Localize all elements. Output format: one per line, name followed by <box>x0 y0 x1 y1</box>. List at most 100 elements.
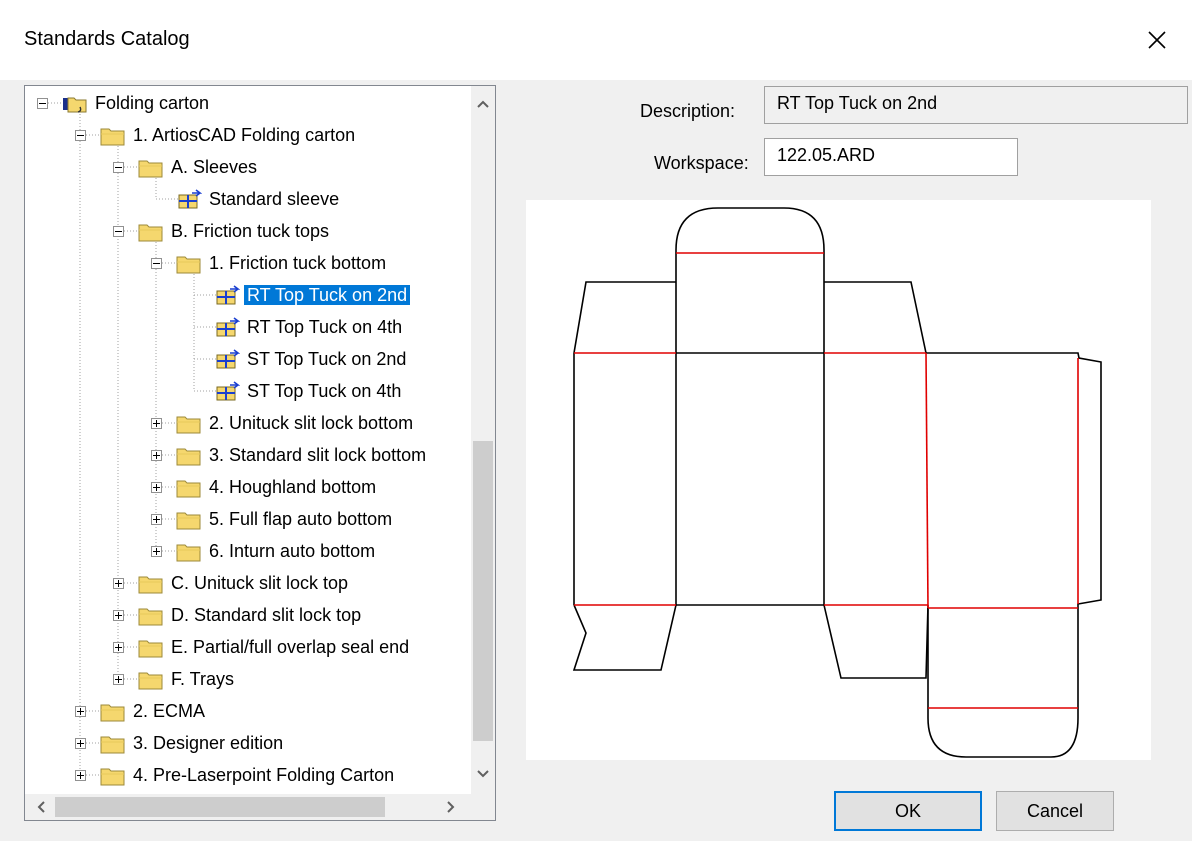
expand-icon[interactable] <box>113 674 124 685</box>
close-button[interactable] <box>1122 0 1192 80</box>
tree-item-label: E. Partial/full overlap seal end <box>171 637 410 657</box>
design-icon <box>178 189 202 209</box>
description-label: Description: <box>640 101 736 121</box>
folder-icon <box>176 256 201 274</box>
tree-item[interactable]: A. Sleeves <box>168 153 260 181</box>
cancel-button[interactable]: Cancel <box>996 791 1114 831</box>
folder-icon <box>138 224 163 242</box>
tree-item[interactable]: 6. Inturn auto bottom <box>206 537 378 565</box>
design-preview <box>526 200 1151 760</box>
tree-item[interactable]: 3. Designer edition <box>130 729 286 757</box>
folder-icon <box>176 512 201 530</box>
tree-item-label: 3. Standard slit lock bottom <box>209 445 427 465</box>
expand-icon[interactable] <box>151 418 162 429</box>
tree-item[interactable]: B. Friction tuck tops <box>168 217 332 245</box>
tree-item[interactable]: 5. Full flap auto bottom <box>206 505 395 533</box>
design-icon <box>216 285 240 305</box>
expand-icon[interactable] <box>113 610 124 621</box>
scrollbar-corner <box>471 794 495 820</box>
tree-item-label: A. Sleeves <box>171 157 258 177</box>
scroll-right-arrow-icon[interactable] <box>439 795 463 819</box>
folder-icon <box>176 416 201 434</box>
tree-item[interactable]: 2. ECMA <box>130 697 208 725</box>
collapse-icon[interactable] <box>113 226 124 237</box>
folder-icon <box>100 736 125 754</box>
expand-icon[interactable] <box>151 482 162 493</box>
folder-icon <box>100 768 125 786</box>
expand-icon[interactable] <box>151 450 162 461</box>
tree-item[interactable]: 3. Standard slit lock bottom <box>206 441 429 469</box>
carton-dieline-drawing <box>572 207 1102 758</box>
tree-item-label: RT Top Tuck on 4th <box>247 317 403 337</box>
folder-icon <box>138 160 163 178</box>
tree-item-label: ST Top Tuck on 2nd <box>247 349 407 369</box>
vertical-scroll-thumb[interactable] <box>473 441 493 741</box>
expand-icon[interactable] <box>151 546 162 557</box>
collapse-icon[interactable] <box>151 258 162 269</box>
tree-item-label-selected: RT Top Tuck on 2nd <box>244 285 411 305</box>
folder-icon <box>138 672 163 690</box>
workspace-field[interactable]: 122.05.ARD <box>764 138 1018 176</box>
tree-item-label: 1. Friction tuck bottom <box>209 253 387 273</box>
tree-item[interactable]: RT Top Tuck on 4th <box>244 313 405 341</box>
workspace-label: Workspace: <box>654 153 749 173</box>
folder-icon <box>176 480 201 498</box>
tree-item[interactable]: 4. Pre-Laserpoint Folding Carton <box>130 761 397 789</box>
tree-item-label: 6. Inturn auto bottom <box>209 541 376 561</box>
scroll-up-arrow-icon[interactable] <box>471 92 495 116</box>
tree-item[interactable]: ST Top Tuck on 2nd <box>244 345 409 373</box>
folder-icon <box>100 704 125 722</box>
collapse-icon[interactable] <box>75 130 86 141</box>
tree-item[interactable]: F. Trays <box>168 665 237 693</box>
folder-icon <box>100 128 125 146</box>
tree-item-label: C. Unituck slit lock top <box>171 573 349 593</box>
expand-icon[interactable] <box>113 578 124 589</box>
collapse-icon[interactable] <box>113 162 124 173</box>
tree-item[interactable]: C. Unituck slit lock top <box>168 569 351 597</box>
expand-icon[interactable] <box>151 514 162 525</box>
tree-item-label: Folding carton <box>95 93 210 113</box>
horizontal-scroll-thumb[interactable] <box>55 797 385 817</box>
expand-icon[interactable] <box>75 738 86 749</box>
tree-item[interactable]: 1. ArtiosCAD Folding carton <box>130 121 358 149</box>
tree-item[interactable]: RT Top Tuck on 2nd <box>244 281 411 309</box>
tree-item-label: 2. ECMA <box>133 701 206 721</box>
tree-item-label: B. Friction tuck tops <box>171 221 330 241</box>
expand-icon[interactable] <box>113 642 124 653</box>
tree-item[interactable]: D. Standard slit lock top <box>168 601 364 629</box>
close-icon <box>1148 31 1166 49</box>
design-icon <box>216 317 240 337</box>
expand-icon[interactable] <box>75 706 86 717</box>
tree-item-label: 4. Houghland bottom <box>209 477 377 497</box>
expand-icon[interactable] <box>75 770 86 781</box>
title-bar: Standards Catalog <box>0 0 1192 80</box>
horizontal-scrollbar[interactable] <box>25 794 471 820</box>
description-field: RT Top Tuck on 2nd <box>764 86 1188 124</box>
tree-item-label: 3. Designer edition <box>133 733 284 753</box>
collapse-icon[interactable] <box>37 98 48 109</box>
tree-item-label: ST Top Tuck on 4th <box>247 381 402 401</box>
tree-item-label: F. Trays <box>171 669 235 689</box>
tree-item[interactable]: E. Partial/full overlap seal end <box>168 633 412 661</box>
catalog-tree[interactable]: Folding carton 1. ArtiosCAD Folding carto… <box>24 85 496 821</box>
tree-item-label: 1. ArtiosCAD Folding carton <box>133 125 356 145</box>
tree-item-label: 4. Pre-Laserpoint Folding Carton <box>133 765 395 785</box>
folder-icon <box>138 640 163 658</box>
tree-item-label: 5. Full flap auto bottom <box>209 509 393 529</box>
window-title: Standards Catalog <box>24 28 190 50</box>
tree-item-label: Standard sleeve <box>209 189 340 209</box>
tree-item[interactable]: Folding carton <box>92 89 212 117</box>
design-icon <box>216 381 240 401</box>
tree-item[interactable]: 4. Houghland bottom <box>206 473 379 501</box>
folder-icon <box>176 448 201 466</box>
tree-item-label: D. Standard slit lock top <box>171 605 362 625</box>
tree-item[interactable]: 2. Unituck slit lock bottom <box>206 409 416 437</box>
tree-item[interactable]: ST Top Tuck on 4th <box>244 377 404 405</box>
tree-item[interactable]: Standard sleeve <box>206 185 342 213</box>
folder-icon <box>138 608 163 626</box>
vertical-scrollbar[interactable] <box>471 86 495 794</box>
tree-item[interactable]: 1. Friction tuck bottom <box>206 249 389 277</box>
ok-button[interactable]: OK <box>834 791 982 831</box>
scroll-left-arrow-icon[interactable] <box>29 795 53 819</box>
scroll-down-arrow-icon[interactable] <box>471 762 495 786</box>
